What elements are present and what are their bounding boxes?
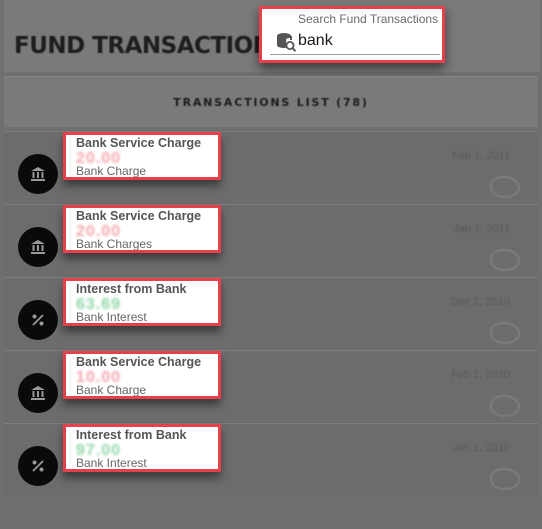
transaction-category: Bank Charge <box>76 383 147 397</box>
transaction-row[interactable]: Interest from Bank 63.69 Bank Interest Dec … <box>4 277 538 350</box>
transaction-title: Bank Service Charge <box>76 136 202 150</box>
transaction-category: Bank Interest <box>76 456 147 470</box>
search-input[interactable] <box>298 28 438 54</box>
transaction-row[interactable]: Bank Service Charge 20.00 Bank Charge Feb 1… <box>4 131 538 204</box>
transactions-list-header: TRANSACTIONS LIST (78) <box>4 76 538 127</box>
transaction-row[interactable]: Interest from Bank 97.00 Bank Interest Jan … <box>4 423 538 496</box>
bank-icon <box>18 373 58 413</box>
search-underline <box>270 54 440 55</box>
transaction-card[interactable]: Interest from Bank 63.69 Bank Interest <box>63 278 221 326</box>
transaction-category: Bank Charges <box>76 237 153 251</box>
transaction-date: Jan 1, 2010 <box>452 442 511 454</box>
transaction-category: Bank Interest <box>76 310 147 324</box>
transactions-list-title: TRANSACTIONS LIST (78) <box>173 95 369 109</box>
bank-icon <box>18 154 58 194</box>
comment-bubble-icon[interactable] <box>490 395 520 417</box>
transaction-row[interactable]: Bank Service Charge 10.00 Bank Charge Feb 1… <box>4 350 538 423</box>
transaction-title: Interest from Bank <box>76 428 187 442</box>
transaction-date: Jan 1, 2011 <box>453 223 510 235</box>
transaction-card[interactable]: Bank Service Charge 10.00 Bank Charge <box>63 351 221 399</box>
transaction-category: Bank Charge <box>76 164 147 178</box>
transaction-date: Dec 1, 2010 <box>450 296 510 308</box>
transaction-date: Feb 1, 2011 <box>452 150 510 162</box>
transaction-card[interactable]: Interest from Bank 97.00 Bank Interest <box>63 424 221 472</box>
percent-icon <box>18 446 58 486</box>
comment-bubble-icon[interactable] <box>490 176 520 198</box>
comment-bubble-icon[interactable] <box>490 322 520 344</box>
transaction-card[interactable]: Bank Service Charge 20.00 Bank Charge <box>63 132 221 180</box>
page-title: FUND TRANSACTIONS <box>14 33 288 59</box>
bank-icon <box>18 227 58 267</box>
comment-bubble-icon[interactable] <box>490 468 520 490</box>
comment-bubble-icon[interactable] <box>490 249 520 271</box>
transaction-date: Feb 1, 2010 <box>451 369 510 381</box>
database-search-icon <box>277 33 297 52</box>
transaction-card[interactable]: Bank Service Charge 20.00 Bank Charges <box>63 205 221 253</box>
transaction-row[interactable]: Bank Service Charge 20.00 Bank Charges Jan … <box>4 204 538 277</box>
search-label: Search Fund Transactions <box>298 12 439 26</box>
transaction-title: Interest from Bank <box>76 282 187 296</box>
search-field[interactable]: Search Fund Transactions <box>259 6 445 63</box>
transaction-title: Bank Service Charge <box>76 355 202 369</box>
transaction-title: Bank Service Charge <box>76 209 202 223</box>
percent-icon <box>18 300 58 340</box>
